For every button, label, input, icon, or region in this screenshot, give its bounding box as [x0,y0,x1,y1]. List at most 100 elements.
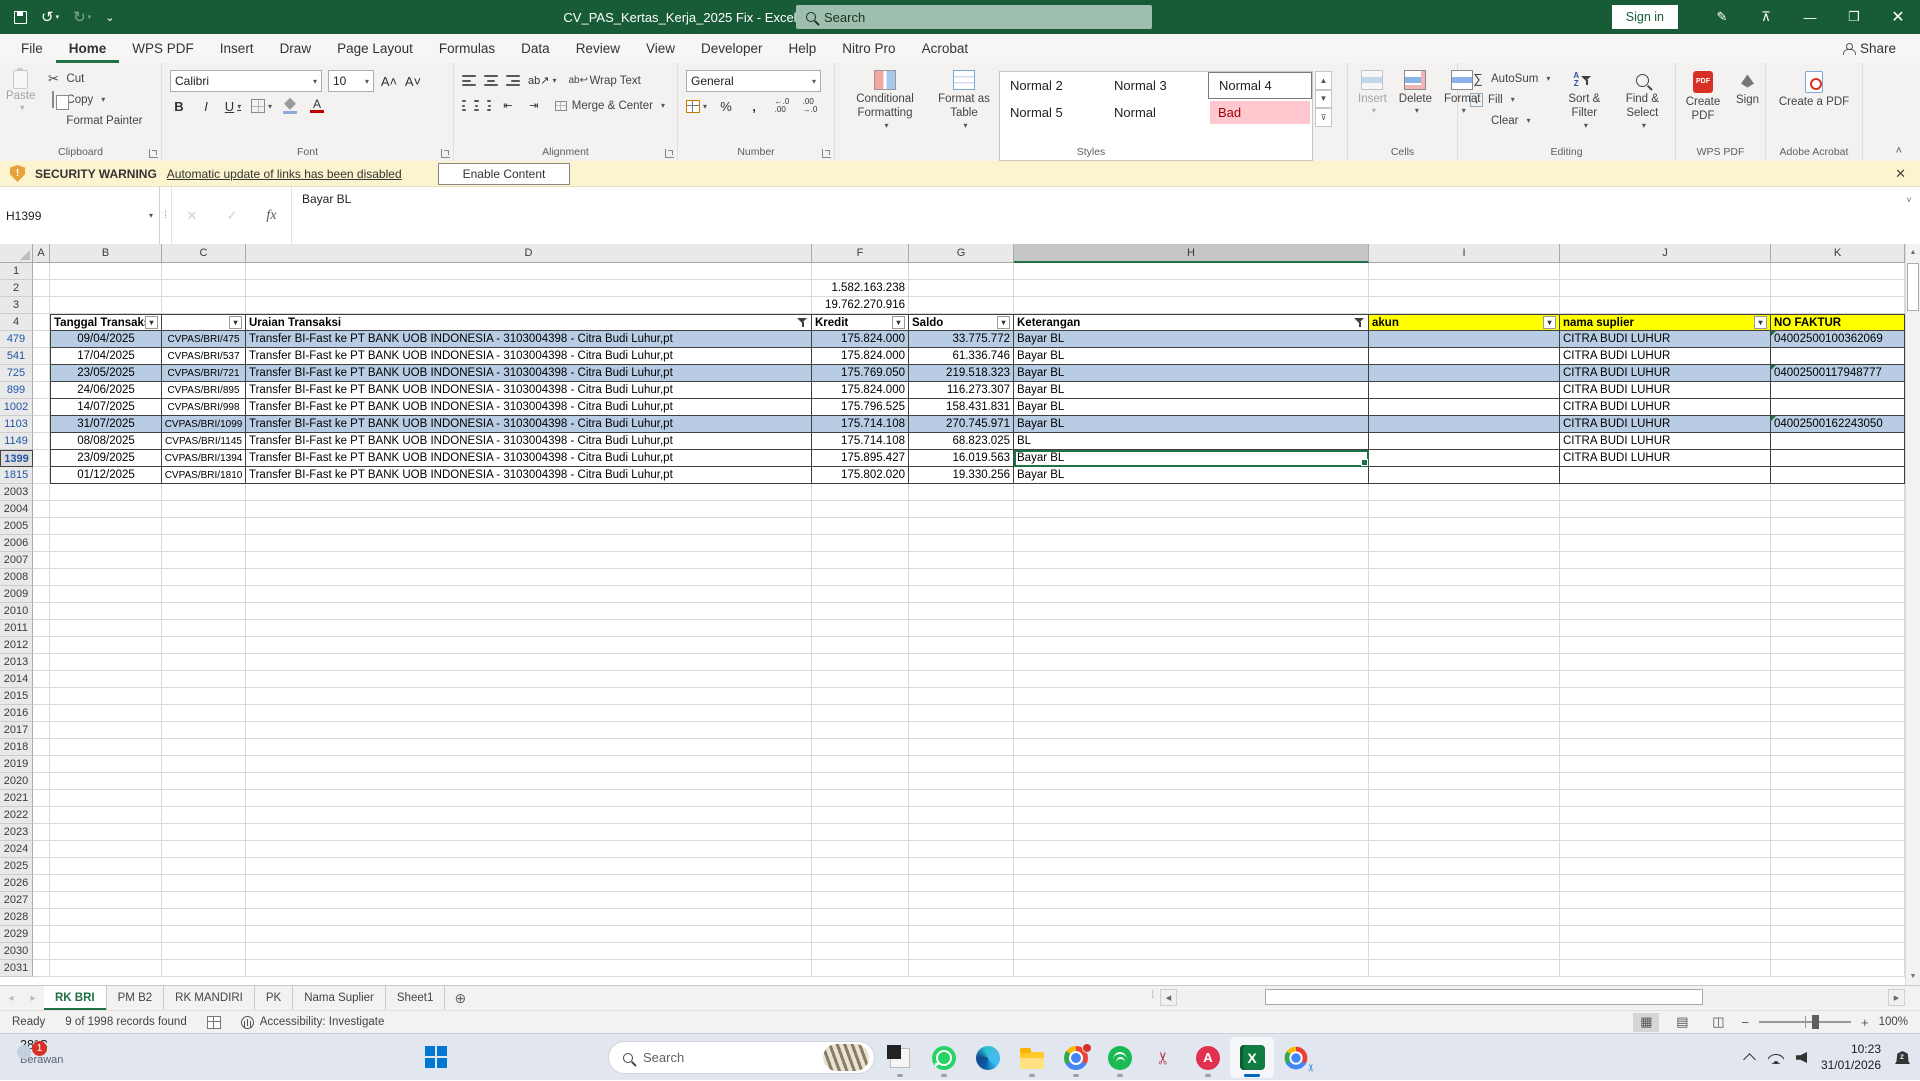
cell-D[interactable] [246,297,812,314]
cell-B[interactable]: 23/09/2025 [50,450,162,467]
cell-K[interactable] [1771,535,1905,552]
cell-B[interactable] [50,858,162,875]
cell-A[interactable] [33,688,50,705]
cell-H[interactable] [1014,790,1369,807]
cell-K[interactable] [1771,926,1905,943]
row-number-725[interactable]: 725 [0,365,33,382]
cell-I[interactable] [1369,603,1560,620]
cell-K[interactable] [1771,501,1905,518]
customize-quick-access-icon[interactable]: ⌄ [105,11,114,24]
save-icon[interactable] [14,11,27,24]
style-normal-2[interactable]: Normal 2 [1000,72,1104,99]
cell-F[interactable] [812,756,909,773]
cell-H[interactable]: BL [1014,433,1369,450]
cell-I[interactable] [1369,416,1560,433]
cell-J[interactable] [1560,535,1771,552]
row-number-2004[interactable]: 2004 [0,501,33,518]
cell-D[interactable] [246,688,812,705]
cell-G[interactable] [909,552,1014,569]
cell-H[interactable] [1014,484,1369,501]
scroll-left-icon[interactable]: ◀ [1160,989,1177,1006]
cell-A[interactable] [33,739,50,756]
number-dialog-launcher[interactable] [822,149,831,158]
cell-B[interactable]: 24/06/2025 [50,382,162,399]
cell-I[interactable] [1369,858,1560,875]
cell-J[interactable] [1560,552,1771,569]
column-header-A[interactable]: A [33,244,50,263]
cell-K[interactable] [1771,824,1905,841]
row-number-2008[interactable]: 2008 [0,569,33,586]
column-header-G[interactable]: G [909,244,1014,263]
cell-H[interactable]: Bayar BL [1014,331,1369,348]
cell-A[interactable] [33,569,50,586]
gallery-more-icon[interactable]: ⊽ [1315,108,1332,127]
row-number-1399[interactable]: 1399 [0,450,33,467]
style-normal[interactable]: Normal [1104,99,1208,126]
cell-J[interactable] [1560,909,1771,926]
cell-J[interactable] [1560,960,1771,977]
cell-A[interactable] [33,909,50,926]
cell-G[interactable] [909,858,1014,875]
underline-button[interactable]: U▾ [224,96,242,116]
cell-J[interactable] [1560,858,1771,875]
cell-F[interactable] [812,705,909,722]
cell-F[interactable]: 175.802.020 [812,467,909,484]
cell-C[interactable] [162,841,246,858]
cell-C[interactable] [162,535,246,552]
cell-D[interactable] [246,892,812,909]
cell-I[interactable] [1369,841,1560,858]
search-highlight-image[interactable] [823,1044,869,1071]
table-header-akun[interactable]: akun▾ [1369,314,1560,331]
font-size-select[interactable]: 10▾ [328,70,374,92]
cell-G[interactable] [909,569,1014,586]
cell-A[interactable] [33,671,50,688]
cell-G[interactable] [909,841,1014,858]
cell-I[interactable] [1369,943,1560,960]
cell-F[interactable] [812,875,909,892]
cell-G[interactable] [909,807,1014,824]
cell-I[interactable] [1369,875,1560,892]
sheet-tab-pm-b2[interactable]: PM B2 [107,986,165,1010]
italic-button[interactable]: I [197,96,215,116]
cell-A[interactable] [33,926,50,943]
menu-tab-developer[interactable]: Developer [688,34,776,63]
cell-C[interactable] [162,297,246,314]
cell-B[interactable] [50,875,162,892]
cell-G[interactable]: 158.431.831 [909,399,1014,416]
align-right-icon[interactable] [487,100,491,111]
bold-button[interactable]: B [170,96,188,116]
font-color-button[interactable]: A [308,96,326,116]
cell-H[interactable]: Bayar BL [1014,467,1369,484]
cell-H[interactable] [1014,756,1369,773]
fill-color-button[interactable] [281,96,299,116]
cell-I[interactable] [1369,535,1560,552]
gallery-down-icon[interactable]: ▼ [1315,90,1332,109]
cell-G[interactable] [909,892,1014,909]
cell-H[interactable] [1014,960,1369,977]
cell-B[interactable]: 08/08/2025 [50,433,162,450]
cell-D[interactable] [246,756,812,773]
cell-D[interactable] [246,739,812,756]
name-box[interactable]: H1399▾ [0,187,160,244]
cell-K[interactable] [1771,858,1905,875]
cell-K[interactable] [1771,382,1905,399]
cell-C[interactable] [162,654,246,671]
cell-G[interactable] [909,654,1014,671]
cell-F[interactable] [812,603,909,620]
cell-F[interactable] [812,569,909,586]
row-number-2027[interactable]: 2027 [0,892,33,909]
cell-G[interactable] [909,518,1014,535]
taskbar-app-whatsapp[interactable] [922,1037,966,1078]
cell-K[interactable] [1771,773,1905,790]
cell-H[interactable]: Bayar BL [1014,365,1369,382]
cell-K[interactable] [1771,586,1905,603]
cell-B[interactable] [50,705,162,722]
cell-G[interactable] [909,263,1014,280]
cell-H[interactable] [1014,858,1369,875]
cell-K[interactable] [1771,705,1905,722]
cell-C[interactable] [162,501,246,518]
format-painter-button[interactable]: Format Painter [41,110,146,131]
cell-H[interactable] [1014,688,1369,705]
cell-H[interactable] [1014,892,1369,909]
cell-I[interactable] [1369,756,1560,773]
